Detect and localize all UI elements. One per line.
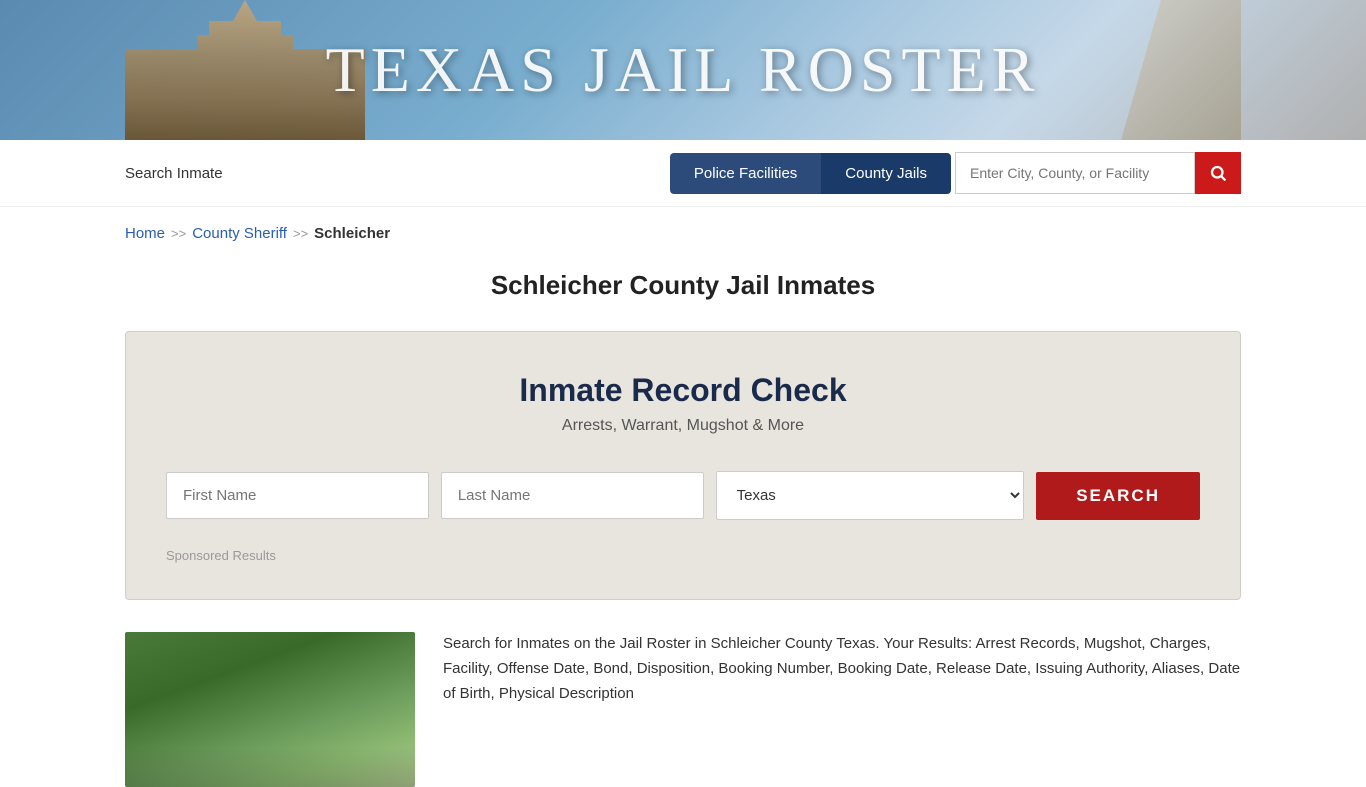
record-check-subtitle: Arrests, Warrant, Mugshot & More bbox=[166, 417, 1200, 435]
nav-bar: Search Inmate Police Facilities County J… bbox=[0, 140, 1366, 207]
search-form-row: AlabamaAlaskaArizonaArkansasCaliforniaCo… bbox=[166, 471, 1200, 520]
site-title: Texas Jail Roster bbox=[326, 33, 1041, 107]
breadcrumb-sep1: >> bbox=[171, 226, 186, 241]
nav-buttons: Police Facilities County Jails bbox=[670, 153, 951, 194]
record-check-box: Inmate Record Check Arrests, Warrant, Mu… bbox=[125, 331, 1241, 600]
first-name-input[interactable] bbox=[166, 472, 429, 519]
sponsored-label: Sponsored Results bbox=[166, 548, 1200, 563]
county-jails-button[interactable]: County Jails bbox=[821, 153, 951, 194]
breadcrumb-home[interactable]: Home bbox=[125, 225, 165, 242]
bottom-section: Search for Inmates on the Jail Roster in… bbox=[0, 632, 1366, 787]
search-button[interactable]: SEARCH bbox=[1036, 472, 1200, 520]
keys-image bbox=[1041, 0, 1241, 140]
county-image bbox=[125, 632, 415, 787]
header-banner: Texas Jail Roster bbox=[0, 0, 1366, 140]
page-title: Schleicher County Jail Inmates bbox=[0, 254, 1366, 331]
police-facilities-button[interactable]: Police Facilities bbox=[670, 153, 821, 194]
last-name-input[interactable] bbox=[441, 472, 704, 519]
breadcrumb-sep2: >> bbox=[293, 226, 308, 241]
breadcrumb: Home >> County Sheriff >> Schleicher bbox=[0, 207, 1366, 254]
search-inmate-label: Search Inmate bbox=[125, 165, 223, 182]
nav-search-button[interactable] bbox=[1195, 152, 1241, 194]
breadcrumb-current: Schleicher bbox=[314, 225, 390, 242]
nav-search-input[interactable] bbox=[955, 152, 1195, 194]
search-icon bbox=[1209, 164, 1227, 182]
record-check-title: Inmate Record Check bbox=[166, 372, 1200, 409]
breadcrumb-county-sheriff[interactable]: County Sheriff bbox=[192, 225, 287, 242]
state-select[interactable]: AlabamaAlaskaArizonaArkansasCaliforniaCo… bbox=[716, 471, 1025, 520]
bottom-description: Search for Inmates on the Jail Roster in… bbox=[443, 632, 1241, 706]
nav-search-wrapper bbox=[955, 152, 1241, 194]
